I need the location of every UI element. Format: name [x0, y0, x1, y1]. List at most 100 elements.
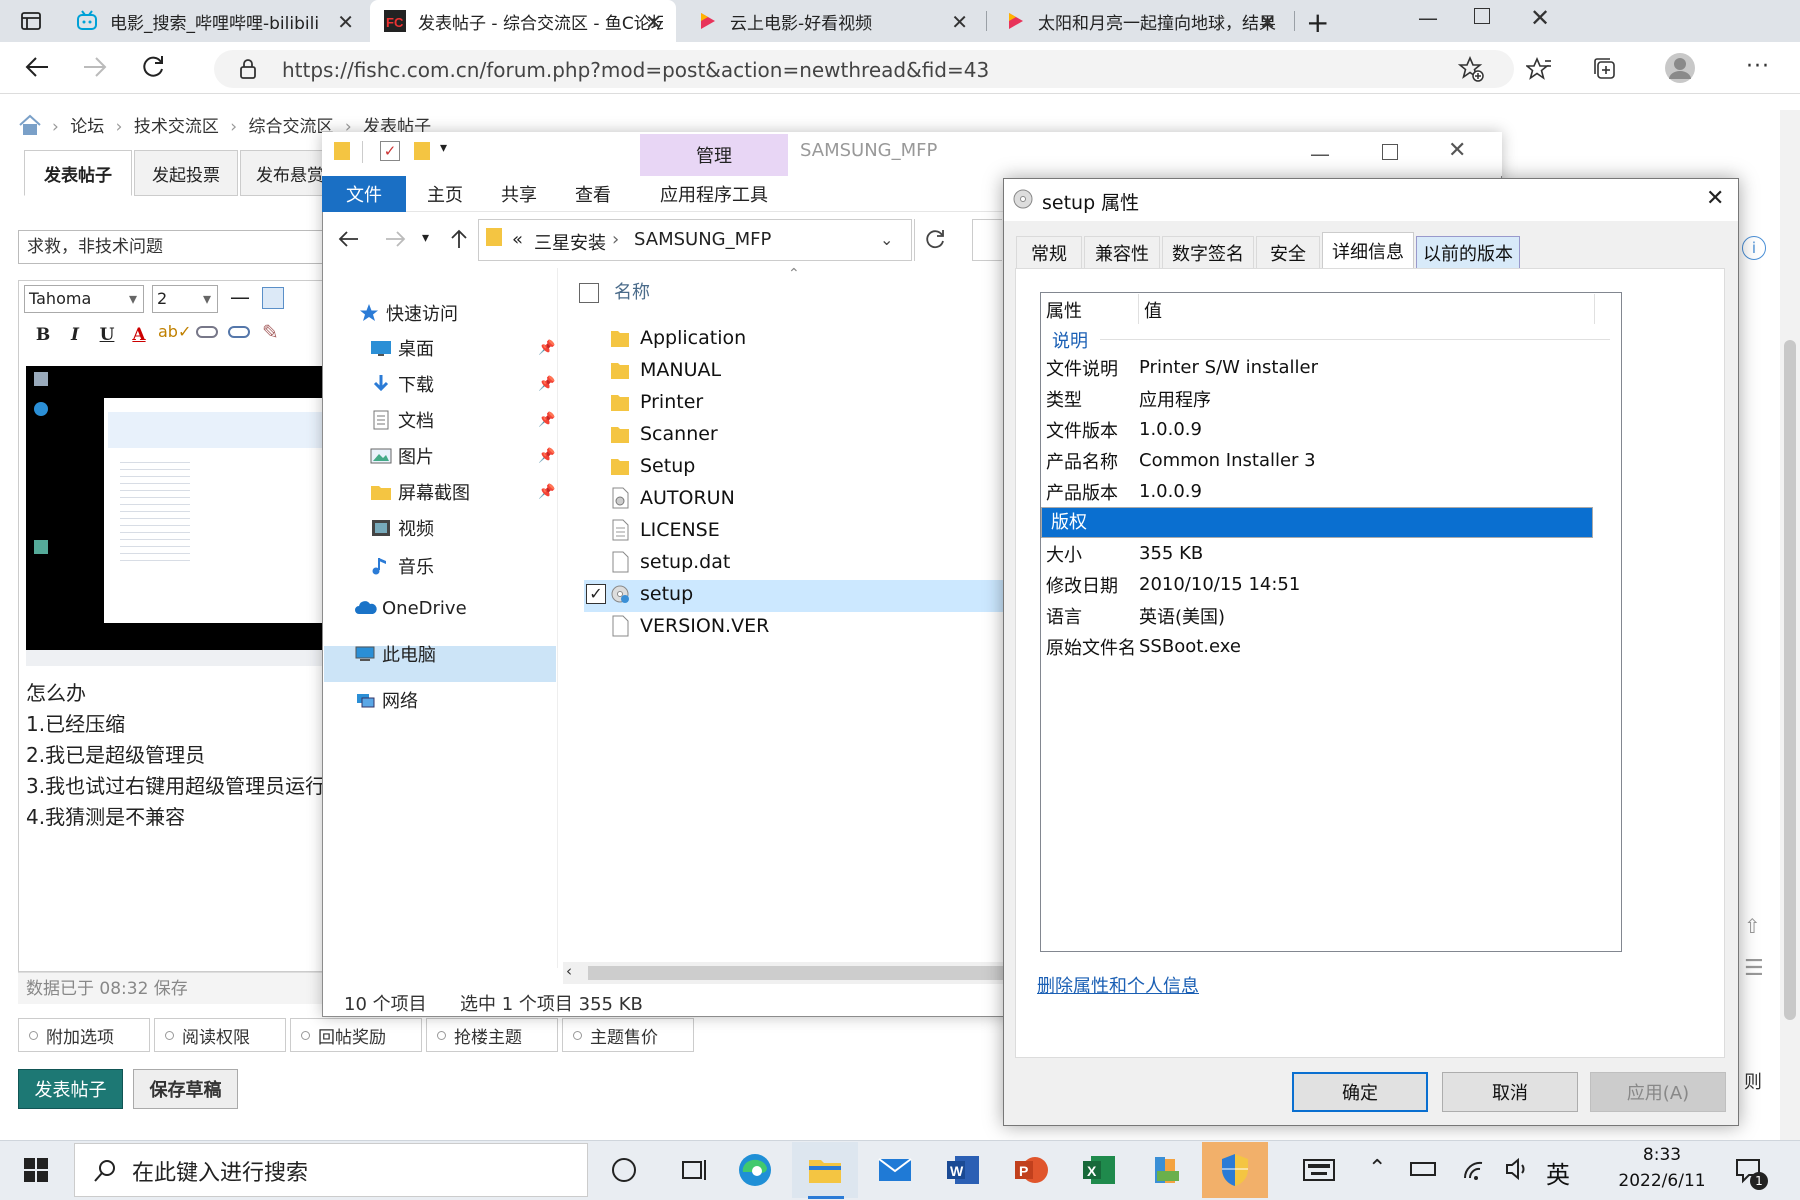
nav-network[interactable]: 网络: [354, 678, 558, 722]
property-row[interactable]: 文件版本 1.0.0.9: [1041, 414, 1593, 445]
property-row[interactable]: 原始文件名 SSBoot.exe: [1041, 631, 1593, 662]
horizontal-rule-icon[interactable]: —: [230, 285, 250, 309]
font-color-button[interactable]: A: [126, 322, 152, 348]
option-thread-price[interactable]: 主题售价: [562, 1018, 694, 1052]
option-extra[interactable]: 附加选项: [18, 1018, 150, 1052]
forward-icon[interactable]: [82, 54, 108, 80]
nav-this-pc[interactable]: 此电脑: [354, 630, 558, 678]
breadcrumb-item[interactable]: 技术交流区: [134, 117, 219, 137]
browser-tab-haokan-2[interactable]: 太阳和月亮一起撞向地球，结果 ✕: [990, 0, 1290, 42]
menu-share[interactable]: 共享: [484, 176, 554, 212]
file-row[interactable]: setup.dat: [610, 546, 990, 578]
file-row[interactable]: AUTORUN: [610, 482, 990, 514]
property-row[interactable]: 产品版本 1.0.0.9: [1041, 476, 1593, 507]
taskbar-word[interactable]: W: [930, 1142, 996, 1198]
breadcrumb-item[interactable]: 综合交流区: [248, 117, 333, 137]
page-scrollbar-thumb[interactable]: [1784, 340, 1796, 1020]
windows-start-icon[interactable]: [24, 1158, 48, 1182]
breadcrumb-item[interactable]: 论坛: [70, 117, 104, 137]
underline-button[interactable]: U: [94, 322, 120, 348]
close-window-icon[interactable]: ✕: [1448, 138, 1466, 163]
lock-icon[interactable]: [238, 58, 258, 80]
maximize-icon[interactable]: [1382, 144, 1398, 160]
taskbar-archive-app[interactable]: [1134, 1142, 1200, 1198]
option-read-permission[interactable]: 阅读权限: [154, 1018, 286, 1052]
tab-digital-signatures[interactable]: 数字签名: [1162, 236, 1254, 268]
path-segment[interactable]: 三星安装: [534, 229, 606, 255]
row-checkbox[interactable]: ✓: [586, 584, 606, 604]
new-folder-icon[interactable]: [414, 142, 430, 160]
restore-icon[interactable]: [1474, 8, 1490, 24]
file-row-selected[interactable]: setup: [610, 578, 990, 610]
tab-general[interactable]: 常规: [1016, 236, 1082, 268]
tab-close-icon[interactable]: ✕: [951, 10, 968, 34]
tab-new-poll[interactable]: 发起投票: [134, 150, 238, 196]
apply-button[interactable]: 应用(A): [1590, 1072, 1726, 1112]
task-view-icon[interactable]: [680, 1156, 708, 1184]
option-floor-thread[interactable]: 抢楼主题: [426, 1018, 558, 1052]
tab-close-icon[interactable]: ✕: [645, 10, 662, 34]
path-overflow[interactable]: «: [512, 229, 523, 250]
nav-downloads[interactable]: 下载 📌: [370, 366, 558, 402]
scroll-left-icon[interactable]: ‹: [566, 962, 572, 980]
close-window-icon[interactable]: ✕: [1530, 4, 1550, 32]
taskbar-powerpoint[interactable]: P: [998, 1142, 1064, 1198]
forward-icon[interactable]: [384, 228, 406, 250]
property-row[interactable]: 大小 355 KB: [1041, 538, 1593, 569]
collections-icon[interactable]: [1592, 56, 1618, 82]
horizontal-scrollbar-thumb[interactable]: [588, 966, 1003, 980]
property-row[interactable]: 类型 应用程序: [1041, 383, 1593, 414]
taskbar-uac-shield[interactable]: [1202, 1142, 1268, 1198]
ribbon-context-tab[interactable]: 管理: [640, 134, 788, 176]
nav-music[interactable]: 音乐: [370, 546, 558, 586]
menu-app-tools[interactable]: 应用程序工具: [640, 176, 788, 212]
property-row[interactable]: 语言 英语(美国): [1041, 600, 1593, 631]
properties-quick-icon[interactable]: ✓: [380, 141, 400, 161]
font-family-select[interactable]: Tahoma ▾: [24, 285, 144, 313]
column-name-header[interactable]: 名称: [614, 278, 650, 304]
property-row[interactable]: 修改日期 2010/10/15 14:51: [1041, 569, 1593, 600]
unlink-icon[interactable]: [228, 326, 250, 338]
file-row[interactable]: Application: [610, 322, 990, 354]
back-icon[interactable]: [338, 228, 360, 250]
taskbar-file-explorer[interactable]: [792, 1142, 858, 1198]
file-row[interactable]: Setup: [610, 450, 990, 482]
refresh-icon[interactable]: [924, 228, 946, 250]
cancel-button[interactable]: 取消: [1442, 1072, 1578, 1112]
list-icon[interactable]: ☰: [1744, 956, 1764, 981]
file-row[interactable]: LICENSE: [610, 514, 990, 546]
property-row-selected[interactable]: 版权: [1041, 507, 1593, 538]
pin-icon[interactable]: 📌: [538, 484, 555, 500]
home-icon[interactable]: [18, 114, 42, 136]
ok-button[interactable]: 确定: [1292, 1072, 1428, 1112]
taskbar-edge[interactable]: [722, 1142, 788, 1198]
nav-screenshots[interactable]: 屏幕截图 📌: [370, 474, 558, 510]
link-icon[interactable]: [196, 326, 218, 338]
italic-button[interactable]: I: [62, 322, 88, 348]
spellcheck-icon[interactable]: ab✓: [158, 322, 191, 341]
nav-onedrive[interactable]: OneDrive: [354, 586, 558, 630]
back-icon[interactable]: [24, 54, 50, 80]
info-icon[interactable]: i: [1742, 236, 1766, 260]
cortana-icon[interactable]: [612, 1158, 636, 1182]
tab-details[interactable]: 详细信息: [1322, 232, 1414, 269]
option-reply-reward[interactable]: 回帖奖励: [290, 1018, 422, 1052]
minimize-icon[interactable]: —: [1418, 6, 1438, 30]
property-row[interactable]: 产品名称 Common Installer 3: [1041, 445, 1593, 476]
property-row[interactable]: 文件说明 Printer S/W installer: [1041, 352, 1593, 383]
nav-videos[interactable]: 视频: [370, 510, 558, 546]
pin-icon[interactable]: 📌: [538, 412, 555, 428]
nav-documents[interactable]: 文档 📌: [370, 402, 558, 438]
refresh-icon[interactable]: [140, 54, 166, 80]
favorites-icon[interactable]: [1526, 56, 1552, 82]
tab-new-thread[interactable]: 发表帖子: [24, 150, 132, 196]
path-segment[interactable]: SAMSUNG_MFP: [634, 229, 771, 250]
back-to-top-icon[interactable]: ⇧: [1744, 914, 1761, 938]
file-row[interactable]: MANUAL: [610, 354, 990, 386]
browser-tab-fishc[interactable]: FC 发表帖子 - 综合交流区 - 鱼C论坛 ✕: [370, 0, 676, 42]
new-tab-icon[interactable]: +: [1306, 6, 1329, 39]
profile-avatar[interactable]: [1664, 52, 1696, 84]
clear-format-icon[interactable]: ✎: [262, 320, 279, 344]
pin-icon[interactable]: 📌: [538, 376, 555, 392]
browser-tab-bilibili[interactable]: 电影_搜索_哔哩哔哩-bilibili ✕: [62, 0, 368, 42]
